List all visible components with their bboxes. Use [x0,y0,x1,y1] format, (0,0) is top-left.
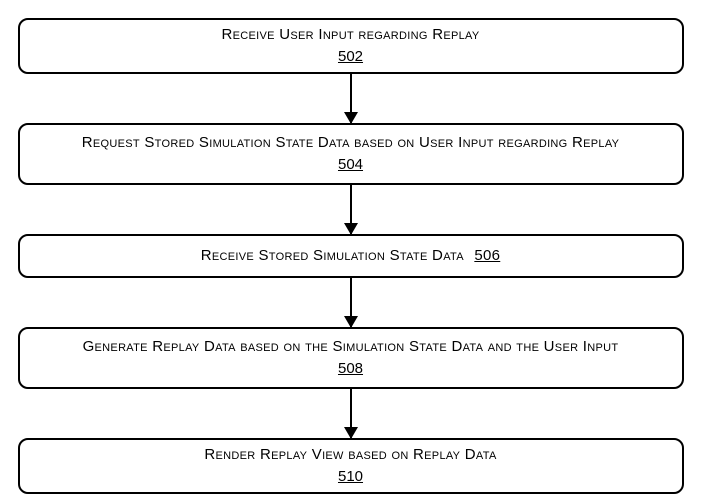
flowchart-canvas: Receive User Input regarding Replay 502 … [0,0,701,504]
flow-arrow-504-506 [16,185,685,234]
flow-step-504: Request Stored Simulation State Data bas… [18,123,684,185]
step-title: Request Stored Simulation State Data bas… [82,133,620,153]
step-ref: 506 [474,247,500,264]
arrow-down-icon [350,74,352,123]
arrow-down-icon [350,185,352,234]
arrow-down-icon [350,278,352,327]
flow-step-506: Receive Stored Simulation State Data 506 [18,234,684,278]
step-ref: 508 [338,359,363,379]
flow-step-508: Generate Replay Data based on the Simula… [18,327,684,389]
step-title: Receive Stored Simulation State Data 506 [201,246,501,266]
step-title: Generate Replay Data based on the Simula… [83,337,619,357]
arrow-down-icon [350,389,352,438]
flow-step-510: Render Replay View based on Replay Data … [18,438,684,494]
flow-arrow-508-510 [16,389,685,438]
flow-arrow-502-504 [16,74,685,123]
step-ref: 502 [338,47,363,67]
step-ref: 504 [338,155,363,175]
flow-arrow-506-508 [16,278,685,327]
step-ref: 510 [338,467,363,487]
step-title: Receive User Input regarding Replay [221,25,479,45]
flow-step-502: Receive User Input regarding Replay 502 [18,18,684,74]
step-title: Render Replay View based on Replay Data [204,445,496,465]
step-title-text: Receive Stored Simulation State Data [201,247,464,264]
